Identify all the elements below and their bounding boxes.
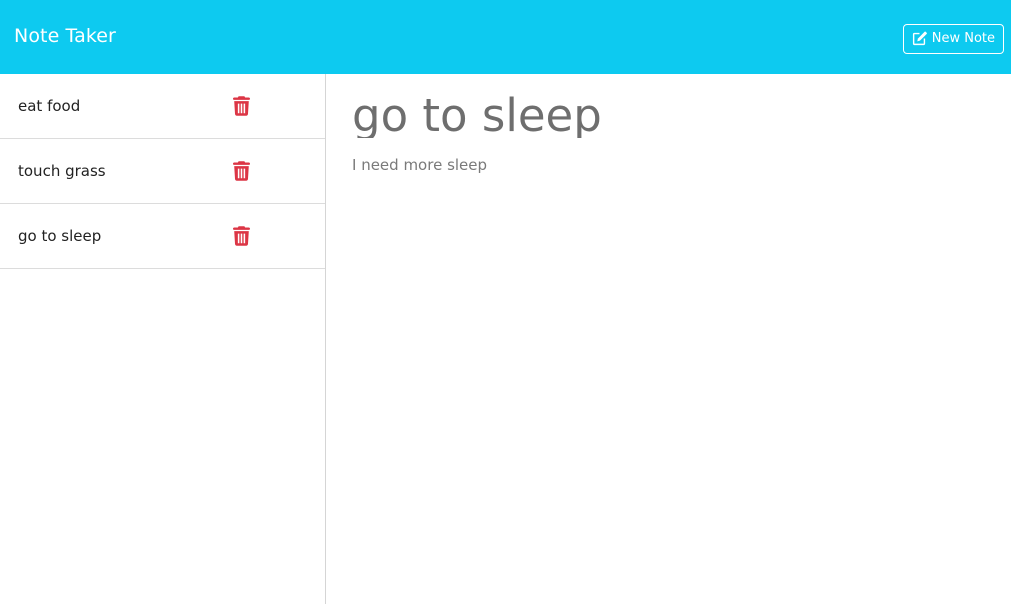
trash-icon[interactable]	[232, 225, 250, 247]
pen-to-square-icon	[912, 31, 927, 46]
note-item-title: touch grass	[18, 162, 106, 180]
note-list-item[interactable]: touch grass	[0, 139, 325, 204]
note-item-title: eat food	[18, 97, 81, 115]
note-list: eat food touch grass go to sleep	[0, 74, 325, 269]
new-note-button[interactable]: New Note	[902, 23, 1004, 54]
new-note-label: New Note	[931, 31, 995, 46]
trash-icon[interactable]	[232, 160, 250, 182]
note-list-item[interactable]: go to sleep	[0, 204, 325, 269]
note-editor: go to sleep I need more sleep	[326, 74, 1011, 604]
trash-icon[interactable]	[232, 95, 250, 117]
note-sidebar: eat food touch grass go to sleep	[0, 74, 326, 604]
app-title: Note Taker	[14, 25, 116, 47]
note-title-field[interactable]: go to sleep	[352, 88, 985, 138]
note-text-area[interactable]: I need more sleep	[352, 156, 985, 174]
navbar: Note Taker New Note	[0, 0, 1011, 74]
note-item-title: go to sleep	[18, 227, 102, 245]
note-list-item[interactable]: eat food	[0, 74, 325, 139]
